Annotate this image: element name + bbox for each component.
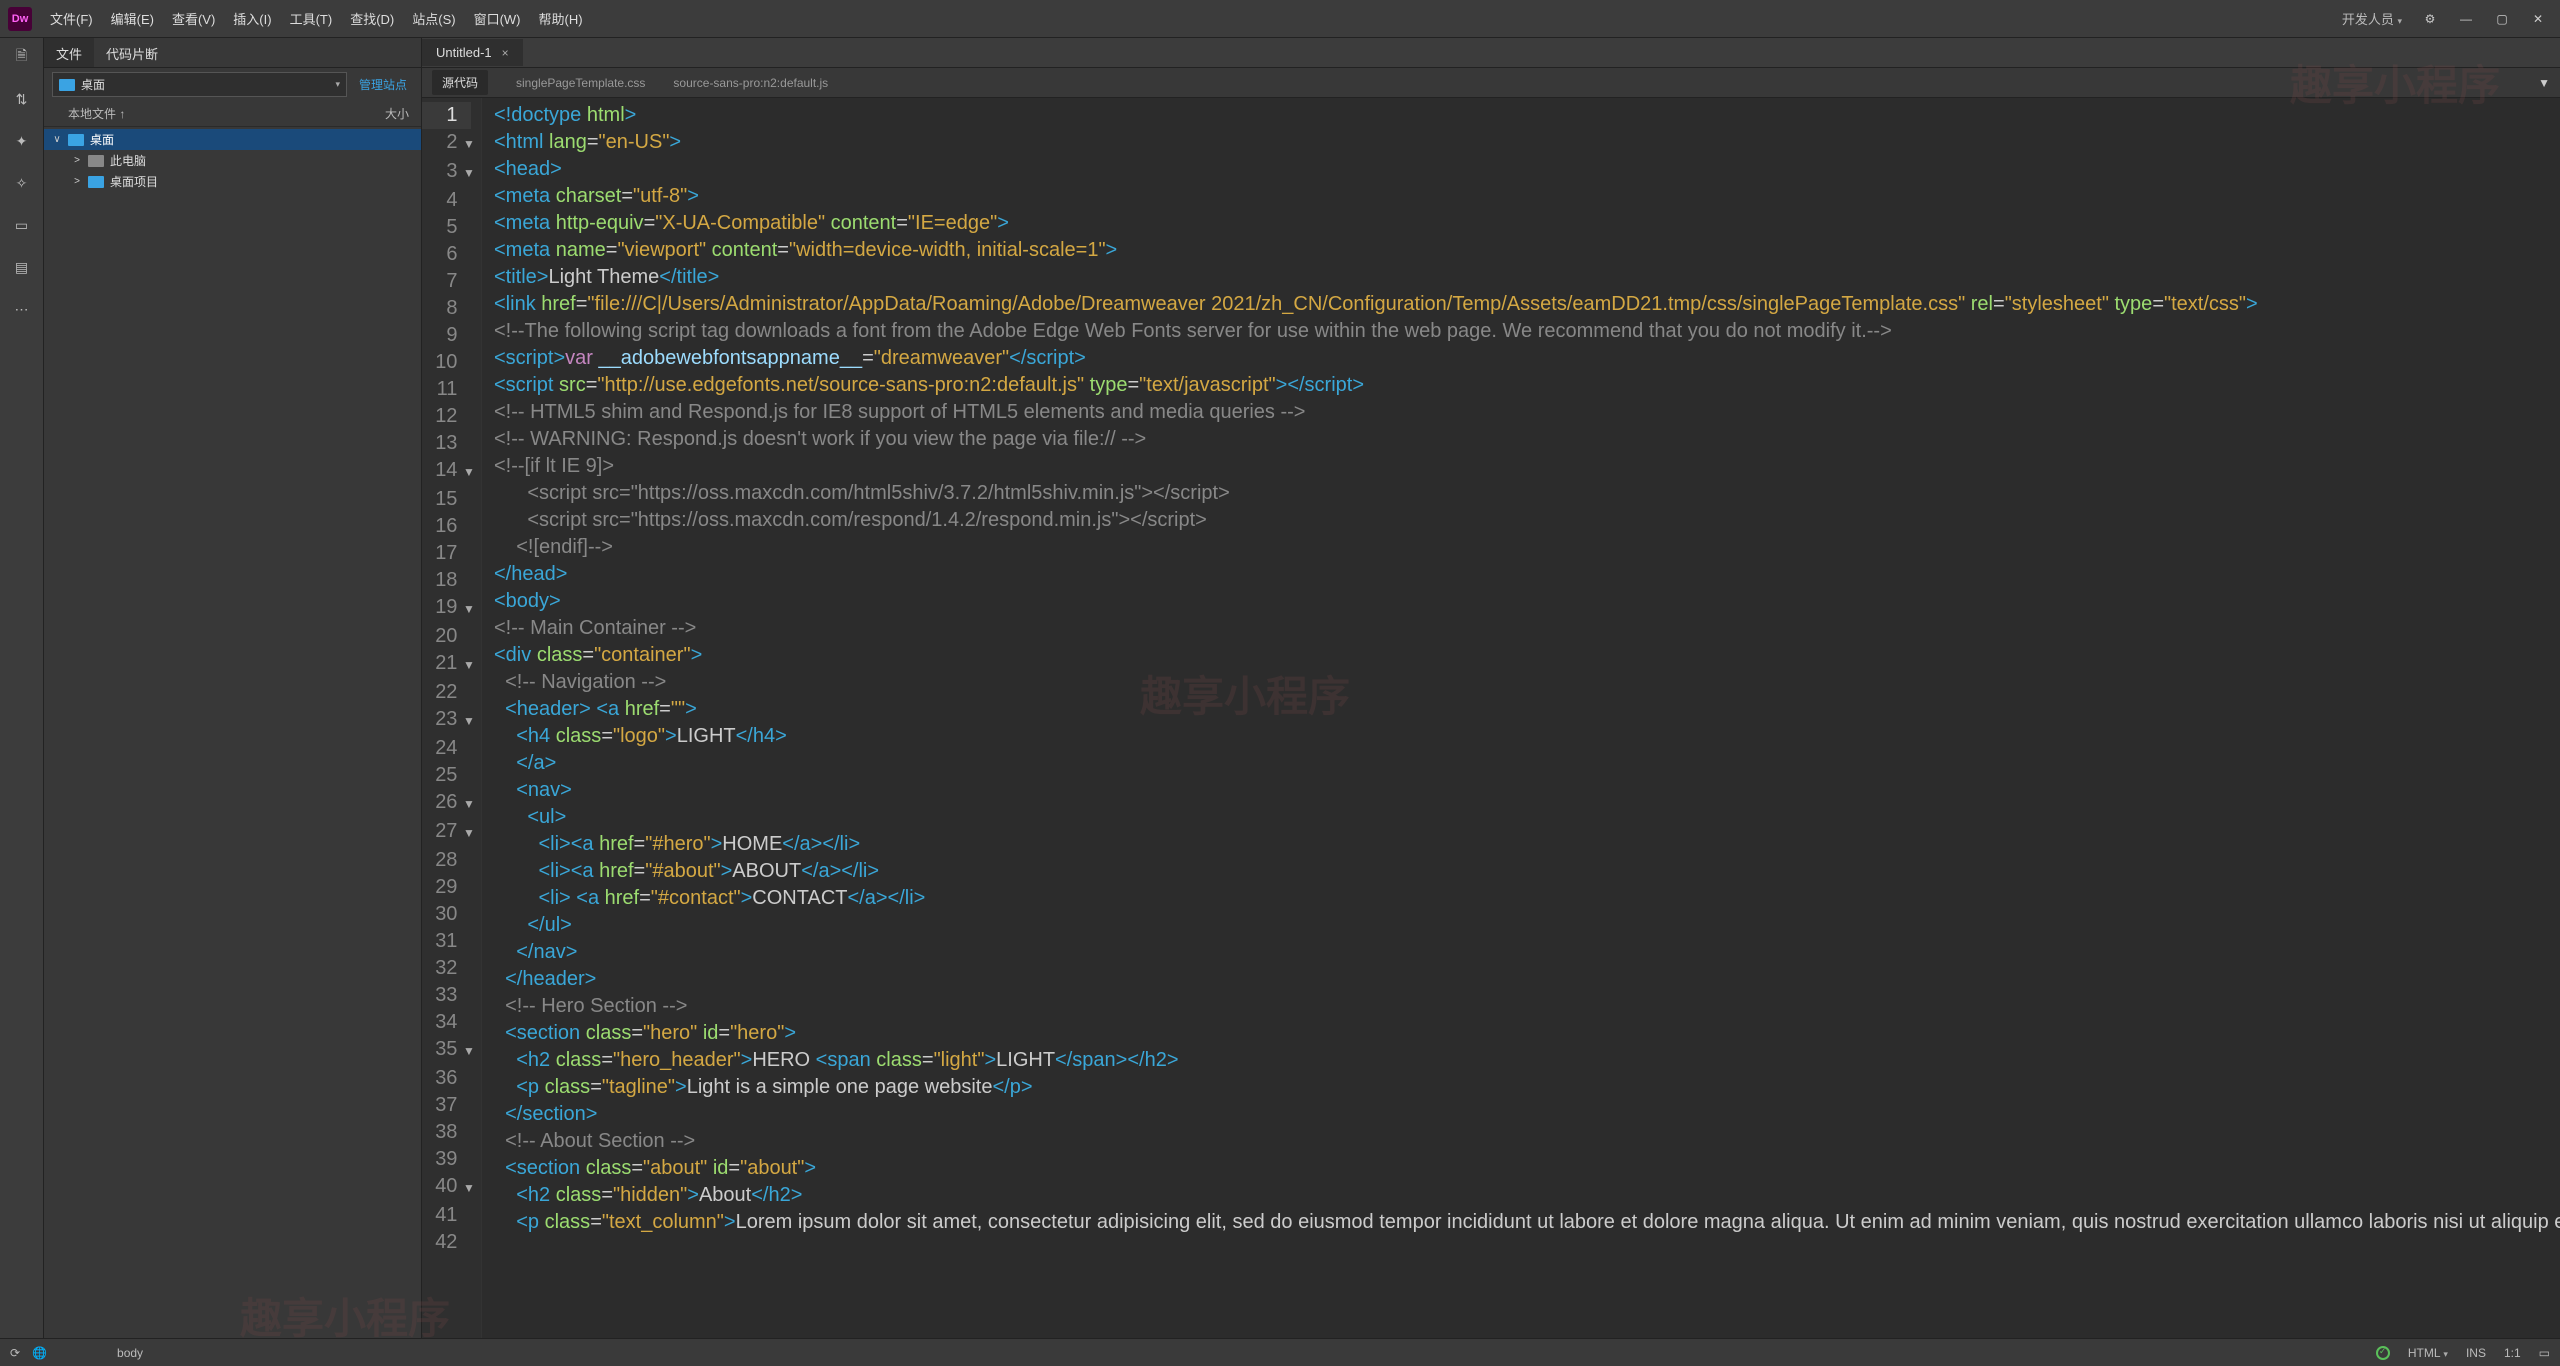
col-size[interactable]: 大小	[385, 105, 409, 122]
menu-1[interactable]: 编辑(E)	[103, 5, 162, 32]
more-icon[interactable]: ⋯	[9, 296, 35, 322]
folder-icon	[59, 79, 75, 91]
menu-7[interactable]: 窗口(W)	[466, 5, 529, 32]
file-explorer-icon[interactable]: 🗎	[9, 44, 35, 70]
screen-size-icon[interactable]: ▭	[2539, 1346, 2550, 1360]
close-button[interactable]: ✕	[2524, 7, 2552, 31]
menu-2[interactable]: 查看(V)	[164, 5, 223, 32]
workspace-switcher[interactable]: 开发人员 ▾	[2342, 9, 2402, 28]
editor-area: Untitled-1 × 源代码 singlePageTemplate.css …	[422, 38, 2560, 1338]
menu-8[interactable]: 帮助(H)	[531, 5, 591, 32]
titlebar: Dw 文件(F)编辑(E)查看(V)插入(I)工具(T)查找(D)站点(S)窗口…	[0, 0, 2560, 38]
files-panel: 文件 代码片断 桌面 ▾ 管理站点 本地文件 ↑ 大小 ∨桌面>此电脑>桌面项目	[44, 38, 422, 1338]
related-files-bar: 源代码 singlePageTemplate.css source-sans-p…	[422, 68, 2560, 98]
document-tabs: Untitled-1 ×	[422, 38, 2560, 68]
filter-icon[interactable]: ▼	[2538, 76, 2550, 90]
subtab-css[interactable]: singlePageTemplate.css	[516, 76, 645, 90]
drive-select[interactable]: 桌面 ▾	[52, 72, 347, 97]
chat-icon[interactable]: ▭	[9, 212, 35, 238]
code-editor[interactable]: <!doctype html><html lang="en-US"><head>…	[482, 98, 2560, 1338]
lint-ok-icon[interactable]	[2376, 1346, 2390, 1360]
document-tab[interactable]: Untitled-1 ×	[422, 39, 523, 66]
css-designer-icon[interactable]: ▤	[9, 254, 35, 280]
menu-6[interactable]: 站点(S)	[404, 5, 463, 32]
status-insert-mode[interactable]: INS	[2466, 1346, 2486, 1360]
sparkle-icon[interactable]: ✦	[9, 128, 35, 154]
menu-5[interactable]: 查找(D)	[342, 5, 402, 32]
globe-icon[interactable]: 🌐	[32, 1346, 47, 1360]
tree-item[interactable]: ∨桌面	[44, 129, 421, 150]
tree-item[interactable]: >此电脑	[44, 150, 421, 171]
status-bar: ⟳ 🌐 body HTML ▾ INS 1:1 ▭	[0, 1338, 2560, 1366]
status-language[interactable]: HTML ▾	[2408, 1346, 2448, 1360]
manage-sites-icon[interactable]: ⇅	[9, 86, 35, 112]
maximize-button[interactable]: ▢	[2488, 7, 2516, 31]
menu-4[interactable]: 工具(T)	[282, 5, 341, 32]
file-list-header[interactable]: 本地文件 ↑ 大小	[44, 101, 421, 127]
subtab-js[interactable]: source-sans-pro:n2:default.js	[673, 76, 828, 90]
document-title: Untitled-1	[436, 45, 492, 60]
app-logo: Dw	[8, 7, 32, 31]
close-tab-icon[interactable]: ×	[502, 46, 509, 60]
sync-settings-icon[interactable]: ⚙	[2416, 7, 2444, 31]
menu-3[interactable]: 插入(I)	[225, 5, 279, 32]
activity-bar: 🗎 ⇅ ✦ ✧ ▭ ▤ ⋯	[0, 38, 44, 1338]
wand-icon[interactable]: ✧	[9, 170, 35, 196]
tree-item[interactable]: >桌面项目	[44, 171, 421, 192]
refresh-icon[interactable]: ⟳	[10, 1346, 20, 1360]
minimize-button[interactable]: —	[2452, 7, 2480, 31]
menu-0[interactable]: 文件(F)	[42, 5, 101, 32]
panel-tab-files[interactable]: 文件	[44, 38, 94, 67]
col-filename[interactable]: 本地文件 ↑	[68, 105, 385, 122]
manage-sites-link[interactable]: 管理站点	[353, 76, 413, 93]
status-cursor-pos: 1:1	[2504, 1346, 2521, 1360]
file-tree[interactable]: ∨桌面>此电脑>桌面项目	[44, 127, 421, 1338]
subtab-source[interactable]: 源代码	[432, 70, 488, 95]
breadcrumb[interactable]: body	[117, 1346, 143, 1360]
panel-tab-snippets[interactable]: 代码片断	[94, 38, 170, 67]
line-gutter[interactable]: 1 2 ▼3 ▼4 5 6 7 8 9 10 11 12 13 14 ▼15 1…	[422, 98, 482, 1338]
